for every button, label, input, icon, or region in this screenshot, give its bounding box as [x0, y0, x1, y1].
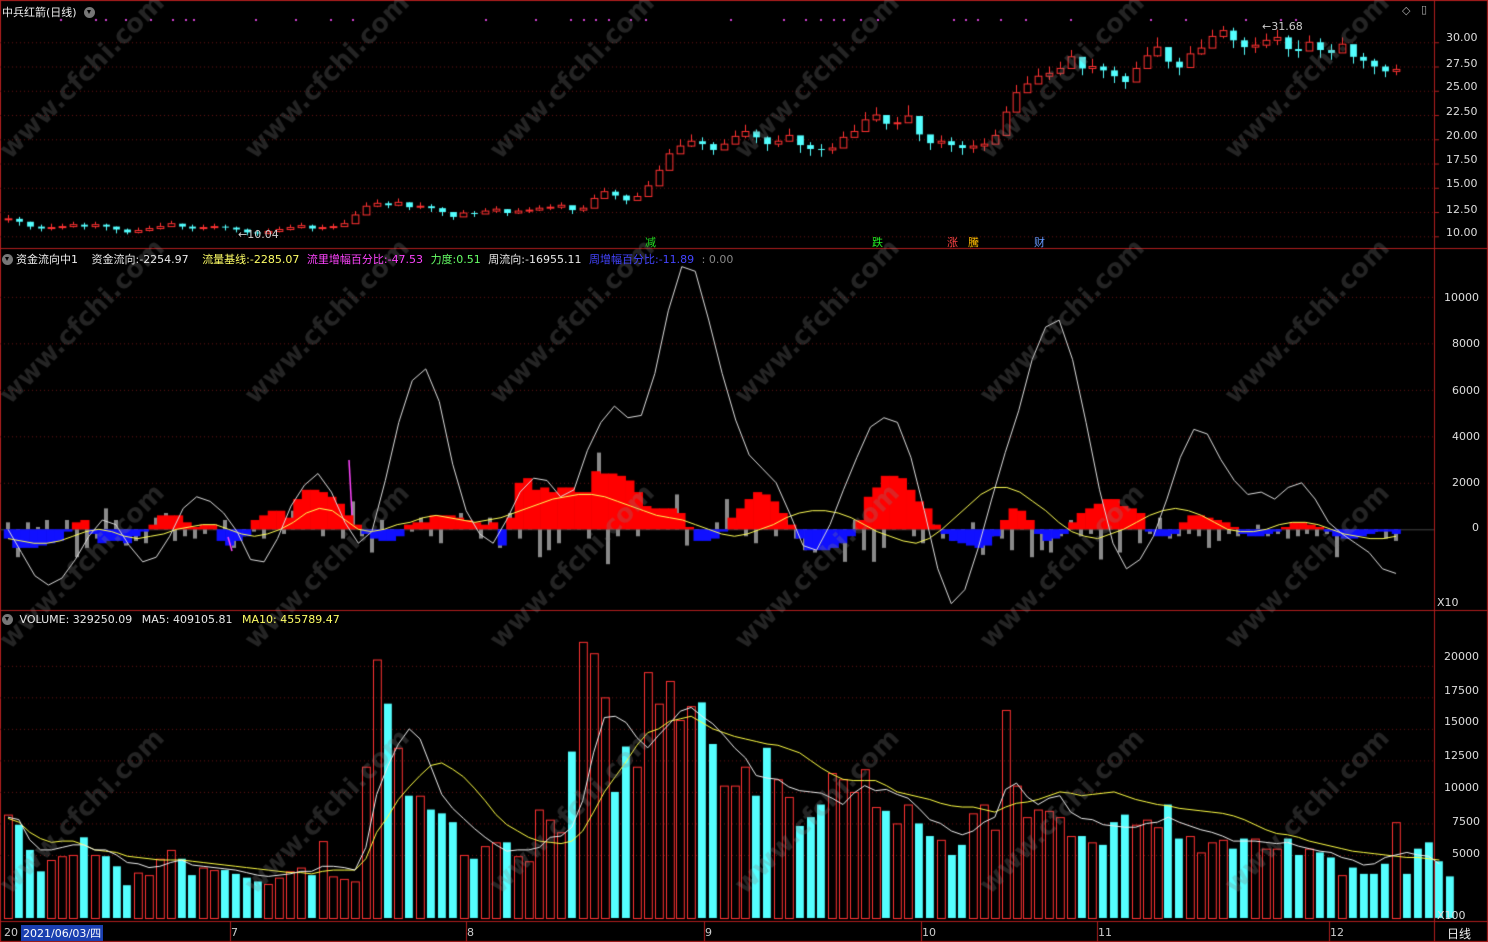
flow-tick: 8000	[1452, 337, 1480, 350]
volume-panel-header: VOLUME: 329250.09 MA5: 409105.81 MA10: 4…	[2, 613, 340, 626]
high-price-value: 31.68	[1271, 20, 1303, 33]
event-jian-label: 减	[645, 236, 656, 249]
volume-tick: 5000	[1452, 847, 1480, 860]
price-tick: 30.00	[1446, 31, 1478, 44]
price-tick: 15.00	[1446, 177, 1478, 190]
flow-unit: X10	[1437, 596, 1459, 609]
volume-item: VOLUME: 329250.09	[19, 613, 133, 626]
event-marker-teng[interactable]: 騰	[968, 234, 979, 250]
event-marker-die[interactable]: 跌	[872, 234, 883, 250]
price-tick: 27.50	[1446, 57, 1478, 70]
flow-panel-header: 资金流向中1 资金流向:-2254.97 流量基线:-2285.07 流里增幅百…	[2, 251, 733, 267]
cursor-icon[interactable]: ▯	[1421, 3, 1427, 16]
volume-tick: 7500	[1452, 815, 1480, 828]
event-die-label: 跌	[872, 236, 883, 249]
volume-tick: 12500	[1444, 749, 1479, 762]
x-month-label: 8	[467, 926, 474, 939]
volume-tick: 17500	[1444, 684, 1479, 697]
flow-item: 力度:0.51	[430, 253, 481, 266]
x-axis-start: 20	[4, 926, 18, 939]
flow-collapse-icon[interactable]	[2, 254, 13, 265]
flow-item: 周流向:-16955.11	[488, 253, 582, 266]
flow-tick: 2000	[1452, 476, 1480, 489]
x-month-label: 7	[231, 926, 238, 939]
low-price-value: 10.04	[247, 228, 279, 241]
low-price-label: ←10.04	[238, 228, 279, 241]
high-price-label: ←31.68	[1262, 20, 1303, 33]
event-marker-jian[interactable]: 减	[645, 234, 656, 250]
flow-item: 周增幅百分比:-11.89	[588, 253, 695, 266]
volume-collapse-icon[interactable]	[2, 614, 13, 625]
collapse-icon[interactable]	[84, 7, 96, 18]
kline-chart-canvas[interactable]	[0, 0, 1488, 942]
period-selector[interactable]: 日线	[1447, 925, 1471, 942]
diamond-icon[interactable]: ◇	[1402, 4, 1410, 17]
price-tick: 20.00	[1446, 129, 1478, 142]
volume-tick: 15000	[1444, 715, 1479, 728]
flow-indicator-name: 资金流向中1	[16, 253, 78, 266]
flow-tick: 4000	[1452, 430, 1480, 443]
price-tick: 10.00	[1446, 226, 1478, 239]
flow-tick: 6000	[1452, 384, 1480, 397]
flow-item: 资金流向:-2254.97	[91, 253, 189, 266]
volume-unit: X100	[1437, 909, 1466, 922]
chart-title: 中兵红箭(日线)	[2, 4, 98, 20]
ma5-item: MA5: 409105.81	[141, 613, 233, 626]
event-cai-label: 财	[1034, 236, 1045, 249]
flow-tick: 0	[1472, 521, 1479, 534]
price-tick: 17.50	[1446, 153, 1478, 166]
event-teng-label: 騰	[968, 236, 979, 249]
volume-tick: 20000	[1444, 650, 1479, 663]
event-zhang-label: 涨	[947, 236, 958, 249]
flow-item: : 0.00	[701, 253, 734, 266]
price-tick: 25.00	[1446, 80, 1478, 93]
flow-tick: 10000	[1444, 291, 1479, 304]
price-tick: 12.50	[1446, 203, 1478, 216]
volume-tick: 10000	[1444, 781, 1479, 794]
x-month-label: 9	[705, 926, 712, 939]
ma10-item: MA10: 455789.47	[242, 613, 340, 626]
x-month-label: 12	[1330, 926, 1344, 939]
cursor-date-label: 2021/06/03/四	[21, 925, 104, 941]
flow-item: 流量基线:-2285.07	[202, 253, 300, 266]
price-tick: 22.50	[1446, 105, 1478, 118]
x-month-label: 10	[922, 926, 936, 939]
chart-title-text: 中兵红箭(日线)	[2, 6, 77, 19]
event-marker-cai[interactable]: 财	[1034, 234, 1045, 250]
x-month-label: 11	[1098, 926, 1112, 939]
flow-item: 流里增幅百分比:-47.53	[306, 253, 424, 266]
event-marker-zhang[interactable]: 涨	[947, 234, 958, 250]
